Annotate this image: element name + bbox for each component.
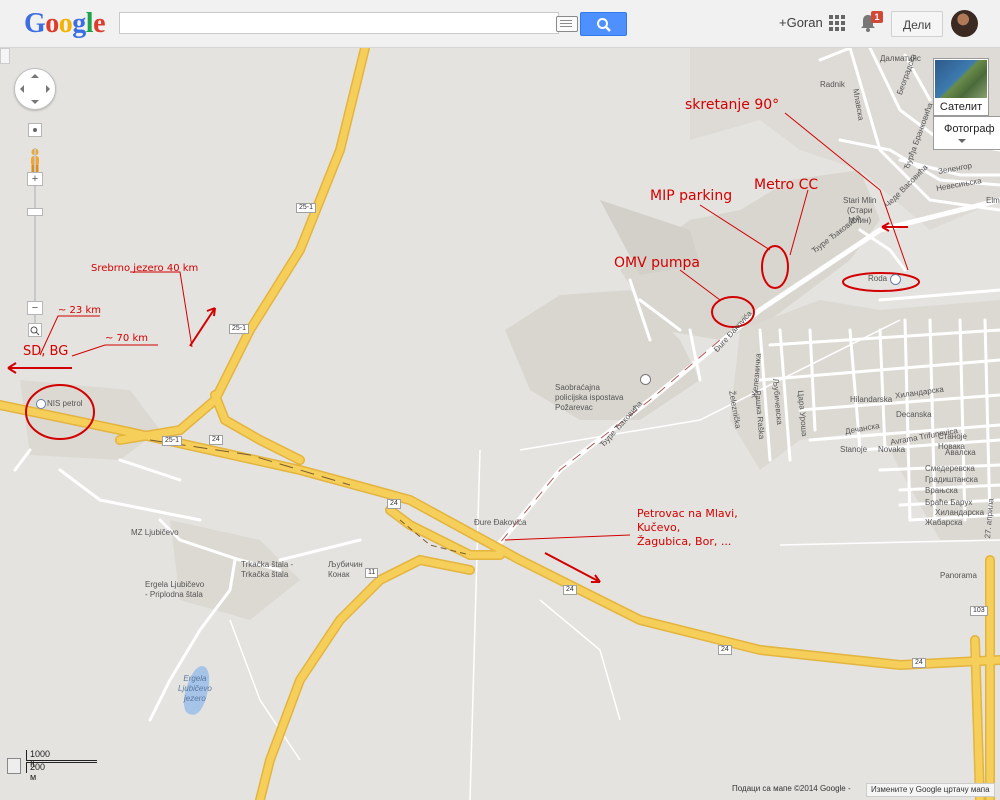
road-shield-24: 24 (387, 499, 401, 509)
annotation-23-km: ~ 23 km (58, 305, 101, 316)
street-label-hilandarska: Hilandarska (850, 395, 893, 404)
logo-letter: o (45, 8, 59, 39)
street-label-smederevska: Смедеревска (925, 464, 975, 473)
scale-metric: 200 м (30, 762, 46, 782)
street-label-zabarska: Жабарска (925, 518, 963, 527)
zoom-box-icon[interactable] (28, 323, 42, 337)
search-button[interactable] (580, 12, 627, 36)
annotation-sd-bg: SD, BG (23, 344, 69, 359)
chevron-down-icon (958, 139, 966, 143)
annotation-omv-pumpa: OMV pumpa (614, 255, 700, 271)
pan-control[interactable] (14, 68, 56, 110)
road-shield-25-1: 25-1 (296, 203, 317, 213)
map-base-layer (0, 48, 1000, 800)
satellite-view-button[interactable]: Сателит (933, 58, 989, 116)
map-thumbnail-icon[interactable] (7, 758, 21, 774)
notification-count-badge[interactable]: 1 (871, 11, 883, 23)
road-shield-25-1: 25-1 (229, 324, 250, 334)
street-label-gradistanska: Градиштанска (925, 475, 978, 484)
street-label-brace-baruh: Браће Барух (925, 498, 973, 507)
annotation-mip-parking: MIP parking (650, 188, 733, 204)
profile-link[interactable]: +Goran (779, 15, 823, 30)
street-label-elm: Elm (986, 196, 1000, 205)
street-label-vranjska: Врањска (925, 486, 958, 495)
place-label-trkacka-stala: Trkačka štala - Trkačka štala (241, 560, 294, 579)
place-label-ergela-stala: Ergela Ljubičevo - Priplodna štala (145, 580, 205, 599)
zoom-out-button[interactable]: − (27, 301, 43, 315)
road-shield-24: 24 (718, 645, 732, 655)
street-label-hilandarska-cyr: Хиландарска (935, 508, 985, 517)
top-bar: Google +Goran 1 Дели (0, 0, 1000, 48)
report-map-error-link[interactable]: Измените у Google цртачу мапа (866, 783, 995, 797)
satellite-thumbnail (935, 60, 987, 98)
place-label-mz-ljubicevo: MZ Ljubičevo (131, 528, 179, 537)
photos-label: Фотограф (944, 123, 995, 135)
logo-letter: e (93, 8, 105, 39)
road-shield-103: 103 (970, 606, 988, 616)
road-shield-24: 24 (563, 585, 577, 595)
road-shield-11: 11 (365, 568, 379, 578)
shopping-icon[interactable] (890, 274, 901, 285)
annotation-70-km: ~ 70 km (105, 333, 148, 344)
user-avatar[interactable] (951, 10, 978, 37)
street-label-avalska: Авалска (945, 448, 976, 457)
side-panel-toggle[interactable] (0, 48, 10, 64)
logo-letter: g (72, 8, 86, 39)
keyboard-icon[interactable] (556, 16, 578, 32)
logo-letter: G (24, 8, 46, 39)
annotation-srebrno-jezero: Srebrno jezero 40 km (91, 263, 199, 274)
place-label-panorama: Panorama (940, 571, 977, 580)
logo-letter: o (58, 8, 73, 39)
road-shield-24: 24 (209, 435, 223, 445)
gas-station-icon[interactable] (36, 399, 46, 409)
street-label-novaka: Novaka (878, 445, 906, 454)
satellite-label: Сателит (939, 101, 983, 113)
poi-label-saobracajna: Saobraćajna policijska ispostava Požarev… (555, 383, 624, 412)
share-button[interactable]: Дели (891, 11, 943, 37)
street-label-stanoje: Stanoje (840, 445, 868, 454)
police-icon[interactable] (640, 374, 651, 385)
google-logo[interactable]: Google (24, 8, 105, 40)
road-shield-24: 24 (912, 658, 926, 668)
my-location-button[interactable] (28, 123, 42, 137)
street-label-radnik: Radnik (820, 80, 845, 89)
road-shield-25-1: 25-1 (162, 436, 183, 446)
map-data-attribution: Подаци са мапе ©2014 Google - (732, 784, 851, 793)
zoom-slider-handle[interactable] (27, 208, 43, 216)
poi-label-nis-petrol: NIS petrol (47, 399, 83, 408)
poi-label-roda: Roda (868, 274, 888, 283)
annotation-skretanje: skretanje 90° (685, 97, 780, 113)
annotation-metro-cc: Metro CC (754, 177, 819, 193)
lake-label-ergela-jezero: Ergela Ljubičevo jezero (178, 674, 212, 703)
place-label-ljubicin-konak: Љубичин Конак (328, 560, 363, 579)
annotation-petrovac: Petrovac na Mlavi, Kučevo, Žagubica, Bor… (637, 507, 738, 548)
search-icon (597, 18, 611, 32)
apps-grid-icon[interactable] (829, 15, 845, 31)
search-input[interactable] (119, 12, 559, 34)
street-label-decanska: Decanska (896, 410, 932, 419)
street-label-dure-dakovica-2: Đure Đakovića (474, 518, 527, 527)
logo-letter: l (85, 8, 94, 39)
zoom-in-button[interactable]: + (27, 172, 43, 186)
photos-dropdown[interactable]: Фотограф (933, 116, 1000, 150)
map-canvas[interactable]: Radnik Далматинс Млавска Београдска Ђурђ… (0, 48, 1000, 800)
